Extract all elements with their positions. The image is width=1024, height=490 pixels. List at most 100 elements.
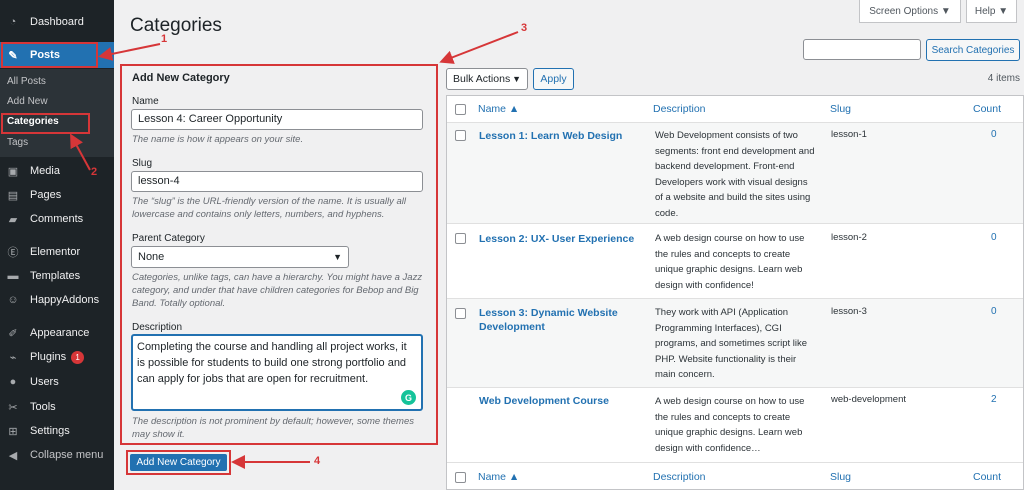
sidebar-item-label: Elementor xyxy=(30,246,81,258)
submenu-tags[interactable]: Tags xyxy=(7,137,28,148)
parent-category-select[interactable]: None ▼ xyxy=(131,246,349,268)
brush-icon: ✐ xyxy=(8,327,18,340)
annotation-number-3: 3 xyxy=(521,22,528,34)
media-icon: ▣ xyxy=(7,165,19,178)
wrench-icon: ✂ xyxy=(8,401,18,414)
apply-button[interactable]: Apply xyxy=(533,68,574,90)
parent-category-hint: Categories, unlike tags, can have a hier… xyxy=(132,272,423,309)
submenu-add-new[interactable]: Add New xyxy=(7,96,48,107)
form-heading: Add New Category xyxy=(132,72,230,84)
chevron-down-icon: ▼ xyxy=(333,252,342,262)
category-count[interactable]: 0 xyxy=(991,232,997,243)
sidebar-item-label: Media xyxy=(30,165,60,177)
column-slug-header[interactable]: Slug xyxy=(830,103,851,115)
category-description: They work with API (Application Programm… xyxy=(655,307,808,380)
page-icon: ▤ xyxy=(7,189,19,202)
row-checkbox[interactable] xyxy=(455,233,466,244)
sidebar-item-plugins[interactable]: ⌁ Plugins 1 xyxy=(0,345,114,369)
description-hint: The description is not prominent by defa… xyxy=(132,416,414,440)
items-count: 4 items xyxy=(987,73,1020,84)
bulk-actions-value: Bulk Actions xyxy=(453,73,511,85)
category-slug: lesson-1 xyxy=(831,129,867,140)
parent-category-label: Parent Category xyxy=(132,233,205,244)
user-icon: ● xyxy=(9,376,17,388)
category-count[interactable]: 0 xyxy=(991,306,997,317)
add-button-highlight: Add New Category xyxy=(126,450,231,475)
sidebar-item-pages[interactable]: ▤ Pages xyxy=(0,183,114,207)
column-description-header: Description xyxy=(653,103,706,115)
column-count-header[interactable]: Count xyxy=(973,103,1001,115)
sidebar-item-label: Tools xyxy=(30,401,56,413)
row-divider xyxy=(447,387,1023,388)
annotation-number-4: 4 xyxy=(314,455,321,467)
footer-divider xyxy=(447,462,1023,463)
sidebar-item-dashboard[interactable]: ◔ Dashboard xyxy=(0,10,114,34)
sidebar-item-settings[interactable]: ⊞ Settings xyxy=(0,419,114,443)
add-new-category-button[interactable]: Add New Category xyxy=(130,454,227,471)
plugins-update-badge: 1 xyxy=(71,350,85,364)
comment-icon: ▰ xyxy=(8,213,18,226)
sidebar-item-users[interactable]: ● Users xyxy=(0,370,114,394)
add-new-category-form: Add New Category Name Lesson 4: Career O… xyxy=(120,64,438,445)
sidebar-item-label: Settings xyxy=(30,425,70,437)
column-slug-footer[interactable]: Slug xyxy=(830,471,851,483)
category-name-link[interactable]: Lesson 1: Learn Web Design xyxy=(479,129,644,143)
category-description: A web design course on how to use the ru… xyxy=(655,233,805,291)
column-name-header[interactable]: Name ▲ xyxy=(478,103,519,115)
chevron-down-icon: ▼ xyxy=(512,74,521,84)
category-slug: lesson-2 xyxy=(831,232,867,243)
sidebar-item-elementor[interactable]: Ⓔ Elementor xyxy=(0,240,114,264)
category-count[interactable]: 2 xyxy=(991,394,997,405)
screen-options-button[interactable]: Screen Options ▼ xyxy=(859,0,961,23)
row-divider xyxy=(447,223,1023,224)
description-textarea[interactable]: Completing the course and handling all p… xyxy=(131,334,423,411)
slug-label: Slug xyxy=(132,158,153,169)
sidebar-item-label: Dashboard xyxy=(30,16,84,28)
category-slug: lesson-3 xyxy=(831,306,867,317)
category-slug: web-development xyxy=(831,394,906,405)
page-title: Categories xyxy=(130,15,222,36)
posts-highlight xyxy=(1,42,98,68)
category-count[interactable]: 0 xyxy=(991,129,997,140)
folder-icon: ▬ xyxy=(7,270,19,282)
column-name-footer[interactable]: Name ▲ xyxy=(478,471,519,483)
help-button[interactable]: Help ▼ xyxy=(966,0,1017,23)
row-checkbox[interactable] xyxy=(455,130,466,141)
sidebar-item-label: Appearance xyxy=(30,327,90,339)
sidebar-item-templates[interactable]: ▬ Templates xyxy=(0,264,114,288)
gauge-icon: ◔ xyxy=(9,16,17,28)
name-label: Name xyxy=(132,96,159,107)
annotation-number-1: 1 xyxy=(161,33,168,45)
category-name-link[interactable]: Lesson 3: Dynamic Website Development xyxy=(479,306,644,334)
select-all-checkbox[interactable] xyxy=(455,104,466,115)
bulk-actions-select[interactable]: Bulk Actions ▼ xyxy=(446,68,528,90)
row-checkbox[interactable] xyxy=(455,308,466,319)
settings-icon: ⊞ xyxy=(8,425,18,438)
arrow-3 xyxy=(439,31,519,64)
search-input[interactable] xyxy=(803,39,921,60)
sidebar-item-tools[interactable]: ✂ Tools xyxy=(0,395,114,419)
sidebar-collapse-menu[interactable]: ◀ Collapse menu xyxy=(0,443,114,467)
category-description: A web design course on how to use the ru… xyxy=(655,396,805,454)
name-field[interactable]: Lesson 4: Career Opportunity xyxy=(131,109,423,130)
name-hint: The name is how it appears on your site. xyxy=(132,134,304,145)
sidebar-item-appearance[interactable]: ✐ Appearance xyxy=(0,321,114,345)
category-name-link[interactable]: Web Development Course xyxy=(479,394,644,408)
sidebar-item-label: HappyAddons xyxy=(30,294,100,306)
grammarly-icon[interactable]: G xyxy=(401,390,416,405)
collapse-icon: ◀ xyxy=(8,449,18,462)
submenu-all-posts[interactable]: All Posts xyxy=(7,76,46,87)
sidebar-item-label: Plugins xyxy=(30,351,67,363)
sidebar-item-label: Comments xyxy=(30,213,84,225)
description-value: Completing the course and handling all p… xyxy=(137,341,407,385)
sidebar-item-comments[interactable]: ▰ Comments xyxy=(0,207,114,231)
slug-field[interactable]: lesson-4 xyxy=(131,171,423,192)
sidebar-item-happyaddons[interactable]: ☺ HappyAddons xyxy=(0,288,114,312)
plug-icon: ⌁ xyxy=(9,351,17,364)
search-categories-button[interactable]: Search Categories xyxy=(926,39,1020,61)
annotation-number-2: 2 xyxy=(91,166,98,178)
select-all-checkbox-footer[interactable] xyxy=(455,472,466,483)
parent-category-value: None xyxy=(138,251,165,263)
category-name-link[interactable]: Lesson 2: UX- User Experience xyxy=(479,232,644,246)
column-count-footer[interactable]: Count xyxy=(973,471,1001,483)
